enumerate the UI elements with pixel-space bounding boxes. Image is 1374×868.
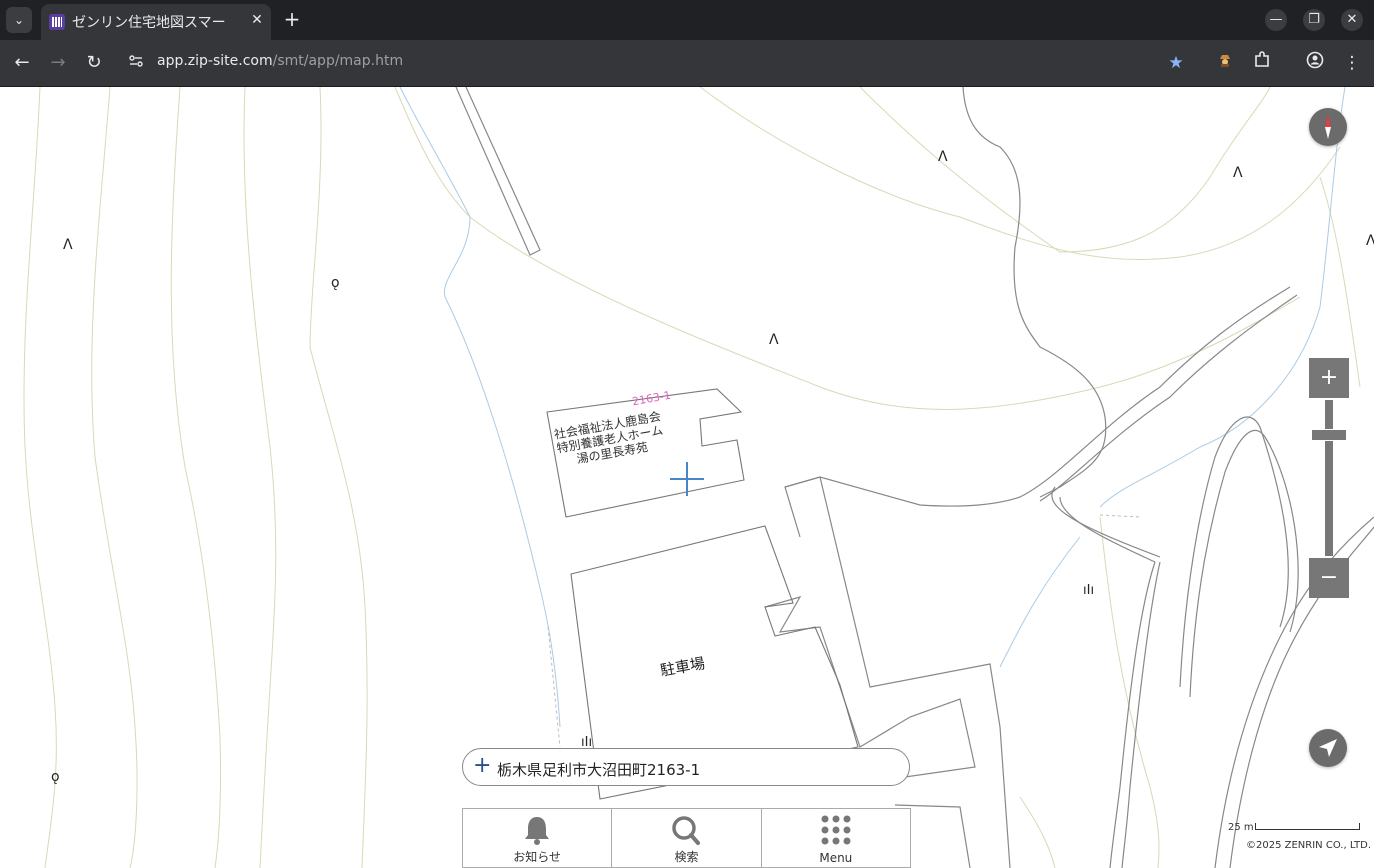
center-crosshair [670,462,704,496]
coniferous-tree-symbol: Λ [1366,233,1374,249]
coniferous-tree-symbol: Λ [1233,165,1243,181]
zoom-slider-track[interactable] [1325,400,1333,556]
spy-extension-icon[interactable] [1213,51,1237,75]
new-tab-button[interactable]: + [282,8,302,30]
close-window-button[interactable]: ✕ [1341,9,1363,31]
more-vert-icon[interactable]: ⋮ [1340,51,1364,75]
copyright-text: ©2025 ZENRIN CO., LTD. [1246,840,1371,851]
grid-icon [821,815,851,845]
profile-icon[interactable] [1303,51,1327,75]
puzzle-icon[interactable] [1250,51,1274,75]
compass-icon [1325,115,1331,139]
zoom-in-button[interactable]: + [1309,358,1349,398]
bottom-menu: お知らせ 検索 Menu [462,808,911,868]
plus-icon: + [473,753,492,778]
menu-button[interactable]: Menu [762,809,910,867]
forward-button[interactable]: → [46,51,70,75]
chevron-down-icon[interactable]: ⌄ [6,7,32,33]
star-icon[interactable]: ★ [1164,51,1188,75]
active-tab[interactable]: ゼンリン住宅地図スマー ✕ [41,4,271,40]
broadleaf-tree-symbol: ǫ [331,275,340,291]
tab-strip: ⌄ ゼンリン住宅地図スマー ✕ + — ❐ ✕ [0,0,1374,40]
scale-bar [1255,823,1360,830]
url-host: app.zip-site.com [157,53,273,69]
browser-toolbar: ← → ↻ app.zip-site.com/smt/app/map.htm ★… [0,40,1374,87]
address-bar-url[interactable]: app.zip-site.com/smt/app/map.htm [157,53,403,69]
coniferous-tree-symbol: Λ [63,237,73,253]
restore-button[interactable]: ❐ [1303,9,1325,31]
navigation-arrow-icon [1319,739,1337,757]
zenrin-favicon-icon [49,14,65,30]
back-button[interactable]: ← [10,51,34,75]
search-icon [672,816,701,845]
tab-title: ゼンリン住宅地図スマー [72,15,226,31]
address-display[interactable]: + 栃木県足利市大沼田町2163-1 [462,748,910,786]
zoom-slider-thumb[interactable] [1311,429,1347,441]
coniferous-tree-symbol: Λ [938,149,948,165]
url-path: /smt/app/map.htm [272,53,404,69]
search-label: 検索 [674,850,699,864]
reload-button[interactable]: ↻ [82,51,106,75]
field-symbol: ıIı [1083,583,1095,598]
broadleaf-tree-symbol: ǫ [51,769,60,785]
map-canvas[interactable]: 社会福祉法人鹿島会 特別養護老人ホーム 湯の里長寿苑 2163-1 駐車場 Λ … [0,87,1374,868]
stream-lines [399,87,1346,728]
bell-icon [525,817,550,845]
compass-button[interactable] [1309,108,1347,146]
notifications-button[interactable]: お知らせ [463,809,613,867]
address-text: 栃木県足利市大沼田町2163-1 [497,761,701,779]
current-location-button[interactable] [1309,729,1347,767]
menu-label: Menu [819,851,853,865]
tab-close-icon[interactable]: ✕ [247,10,267,30]
scale-label: 25 m [1228,822,1254,833]
site-info-icon[interactable] [126,53,146,73]
minimize-button[interactable]: — [1265,9,1287,31]
zoom-out-button[interactable]: − [1309,558,1349,598]
coniferous-tree-symbol: Λ [769,332,779,348]
search-button[interactable]: 検索 [612,809,762,867]
boundary-lines [547,514,1141,748]
notifications-label: お知らせ [513,850,562,864]
